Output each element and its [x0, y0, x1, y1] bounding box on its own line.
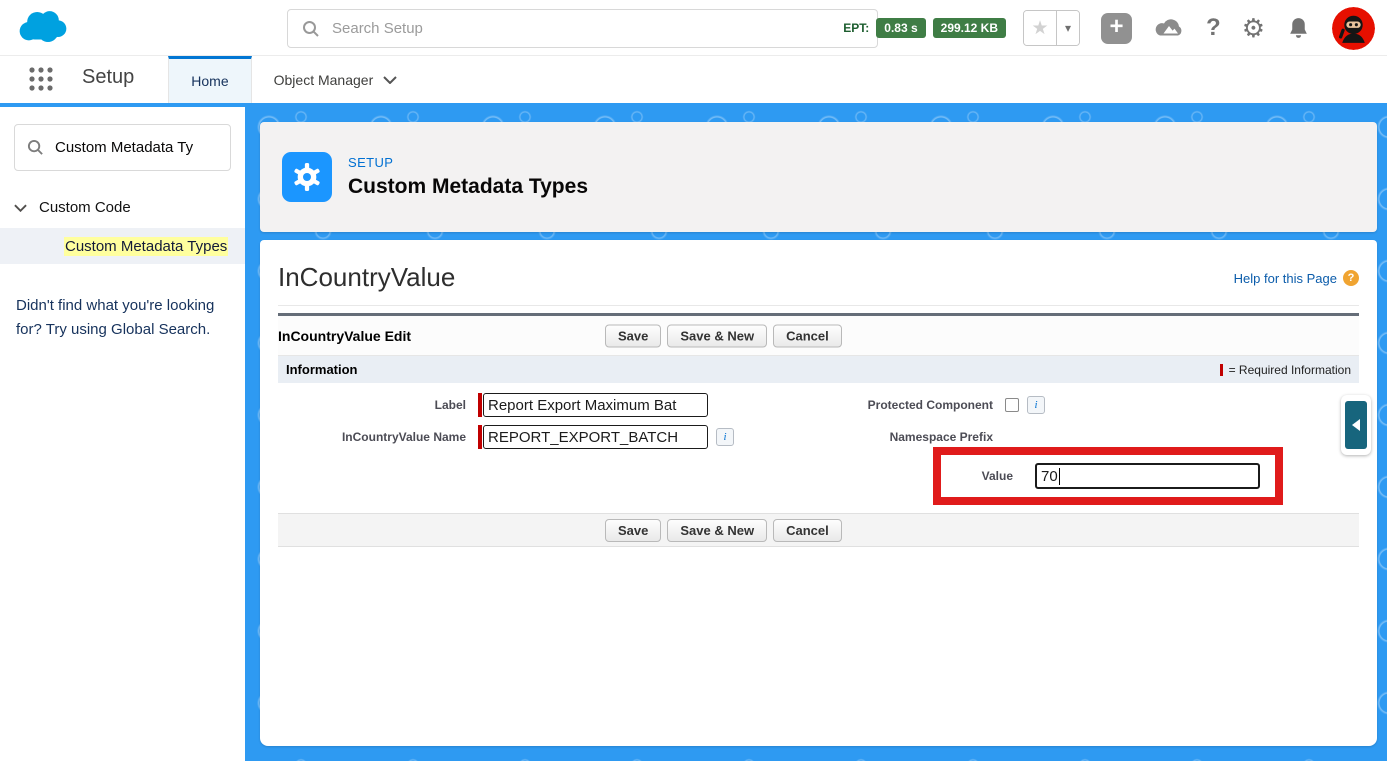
app-launcher-icon[interactable] — [28, 66, 54, 92]
collapse-panel-button[interactable] — [1341, 395, 1371, 455]
help-menu-button[interactable]: ? — [1206, 14, 1221, 42]
info-icon[interactable]: i — [1027, 396, 1045, 414]
page-eyebrow: SETUP — [348, 155, 588, 170]
sidebar-search-box[interactable] — [14, 124, 231, 171]
info-icon[interactable]: i — [716, 428, 734, 446]
required-legend: = Required Information — [1220, 363, 1351, 377]
save-button[interactable]: Save — [605, 519, 661, 542]
page-title: Custom Metadata Types — [348, 175, 588, 199]
trailhead-help-icon[interactable] — [1153, 16, 1185, 41]
setup-sidebar: Custom Code Custom Metadata Types Didn't… — [0, 107, 245, 761]
user-avatar[interactable] — [1332, 7, 1375, 50]
app-name-label: Setup — [82, 66, 134, 103]
ept-label: EPT: — [843, 21, 869, 35]
annotation-region: Value 70 — [850, 453, 1359, 505]
section-title: Information — [286, 362, 358, 377]
protected-component-label: Protected Component — [850, 389, 1005, 421]
cancel-button[interactable]: Cancel — [773, 519, 842, 542]
page-header-card: SETUP Custom Metadata Types — [260, 122, 1377, 232]
help-for-page-link[interactable]: Help for this Page — [1234, 271, 1337, 286]
ept-monitor: EPT: 0.83 s 299.12 KB — [843, 18, 1006, 38]
global-header: EPT: 0.83 s 299.12 KB ★ ▾ + ? ⚙ — [0, 0, 1387, 56]
chevron-left-icon — [1352, 419, 1360, 431]
information-section-header: Information = Required Information — [278, 356, 1359, 383]
sidebar-help-text: Didn't find what you're looking for? Try… — [16, 294, 229, 342]
favorites-control: ★ ▾ — [1023, 10, 1080, 46]
sidebar-section-label: Custom Code — [39, 199, 131, 216]
required-marker-icon — [478, 393, 482, 417]
edit-header-row: InCountryValue Edit Save Save & New Canc… — [278, 316, 1359, 356]
main-canvas: SETUP Custom Metadata Types InCountryVal… — [245, 107, 1387, 761]
api-name-field-control: i — [478, 421, 850, 453]
value-input-text: 70 — [1041, 468, 1058, 485]
global-search-input[interactable] — [332, 20, 863, 37]
annotation-rectangle: Value 70 — [933, 447, 1283, 505]
quick-create-button[interactable]: + — [1101, 13, 1132, 44]
required-marker-icon — [478, 425, 482, 449]
protected-component-checkbox[interactable] — [1005, 398, 1019, 412]
help-for-page[interactable]: Help for this Page ? — [1234, 270, 1359, 286]
label-input[interactable] — [483, 393, 708, 417]
header-actions: EPT: 0.83 s 299.12 KB ★ ▾ + ? ⚙ — [843, 0, 1375, 56]
edit-page-block: InCountryValue Edit Save Save & New Canc… — [278, 313, 1359, 547]
api-name-input[interactable] — [483, 425, 708, 449]
record-header: InCountryValue Help for this Page ? — [278, 240, 1359, 306]
tab-object-manager[interactable]: Object Manager — [252, 56, 420, 103]
record-title: InCountryValue — [278, 262, 455, 293]
search-icon — [27, 139, 44, 156]
nav-tabs: Home Object Manager — [168, 56, 419, 103]
tab-home[interactable]: Home — [168, 56, 251, 103]
cancel-button[interactable]: Cancel — [773, 324, 842, 347]
sidebar-section-custom-code[interactable]: Custom Code — [0, 199, 245, 216]
top-button-group: Save Save & New Cancel — [605, 324, 842, 347]
ept-size-badge: 299.12 KB — [933, 18, 1006, 38]
salesforce-logo-icon — [18, 8, 68, 46]
custom-metadata-gear-icon — [282, 152, 332, 202]
chevron-down-icon — [14, 204, 27, 212]
save-button[interactable]: Save — [605, 324, 661, 347]
setup-nav-bar: Setup Home Object Manager — [0, 56, 1387, 103]
ept-time-badge: 0.83 s — [876, 18, 925, 38]
save-and-new-button[interactable]: Save & New — [667, 519, 767, 542]
sidebar-item-custom-metadata-types[interactable]: Custom Metadata Types — [0, 228, 245, 264]
global-search-box[interactable] — [287, 9, 878, 48]
save-and-new-button[interactable]: Save & New — [667, 324, 767, 347]
collapse-panel-inner — [1345, 401, 1367, 449]
chevron-down-icon — [383, 76, 397, 84]
value-input[interactable]: 70 — [1035, 463, 1260, 489]
favorite-star-button[interactable]: ★ — [1024, 11, 1056, 45]
label-field-control — [478, 389, 850, 421]
record-edit-card: InCountryValue Help for this Page ? InCo… — [260, 240, 1377, 746]
bottom-button-bar: Save Save & New Cancel — [278, 513, 1359, 547]
sidebar-item-label-highlighted: Custom Metadata Types — [64, 237, 228, 256]
required-marker-icon — [1220, 364, 1223, 376]
api-name-field-label: InCountryValue Name — [278, 421, 478, 453]
help-question-icon: ? — [1343, 270, 1359, 286]
protected-component-control: i — [1005, 389, 1359, 421]
edit-form: Label Protected Component i InCountryVal… — [278, 383, 1359, 505]
required-legend-text: = Required Information — [1229, 363, 1351, 377]
tab-object-manager-label: Object Manager — [274, 72, 374, 88]
tab-home-label: Home — [191, 73, 228, 89]
text-caret — [1059, 468, 1060, 485]
setup-gear-button[interactable]: ⚙ — [1242, 15, 1265, 41]
value-field-label: Value — [941, 469, 1013, 483]
favorites-dropdown-button[interactable]: ▾ — [1056, 11, 1079, 45]
label-field-label: Label — [278, 389, 478, 421]
search-icon — [302, 20, 320, 38]
notifications-bell-button[interactable] — [1286, 16, 1311, 41]
sidebar-search-input[interactable] — [55, 139, 215, 156]
edit-title: InCountryValue Edit — [278, 328, 411, 344]
